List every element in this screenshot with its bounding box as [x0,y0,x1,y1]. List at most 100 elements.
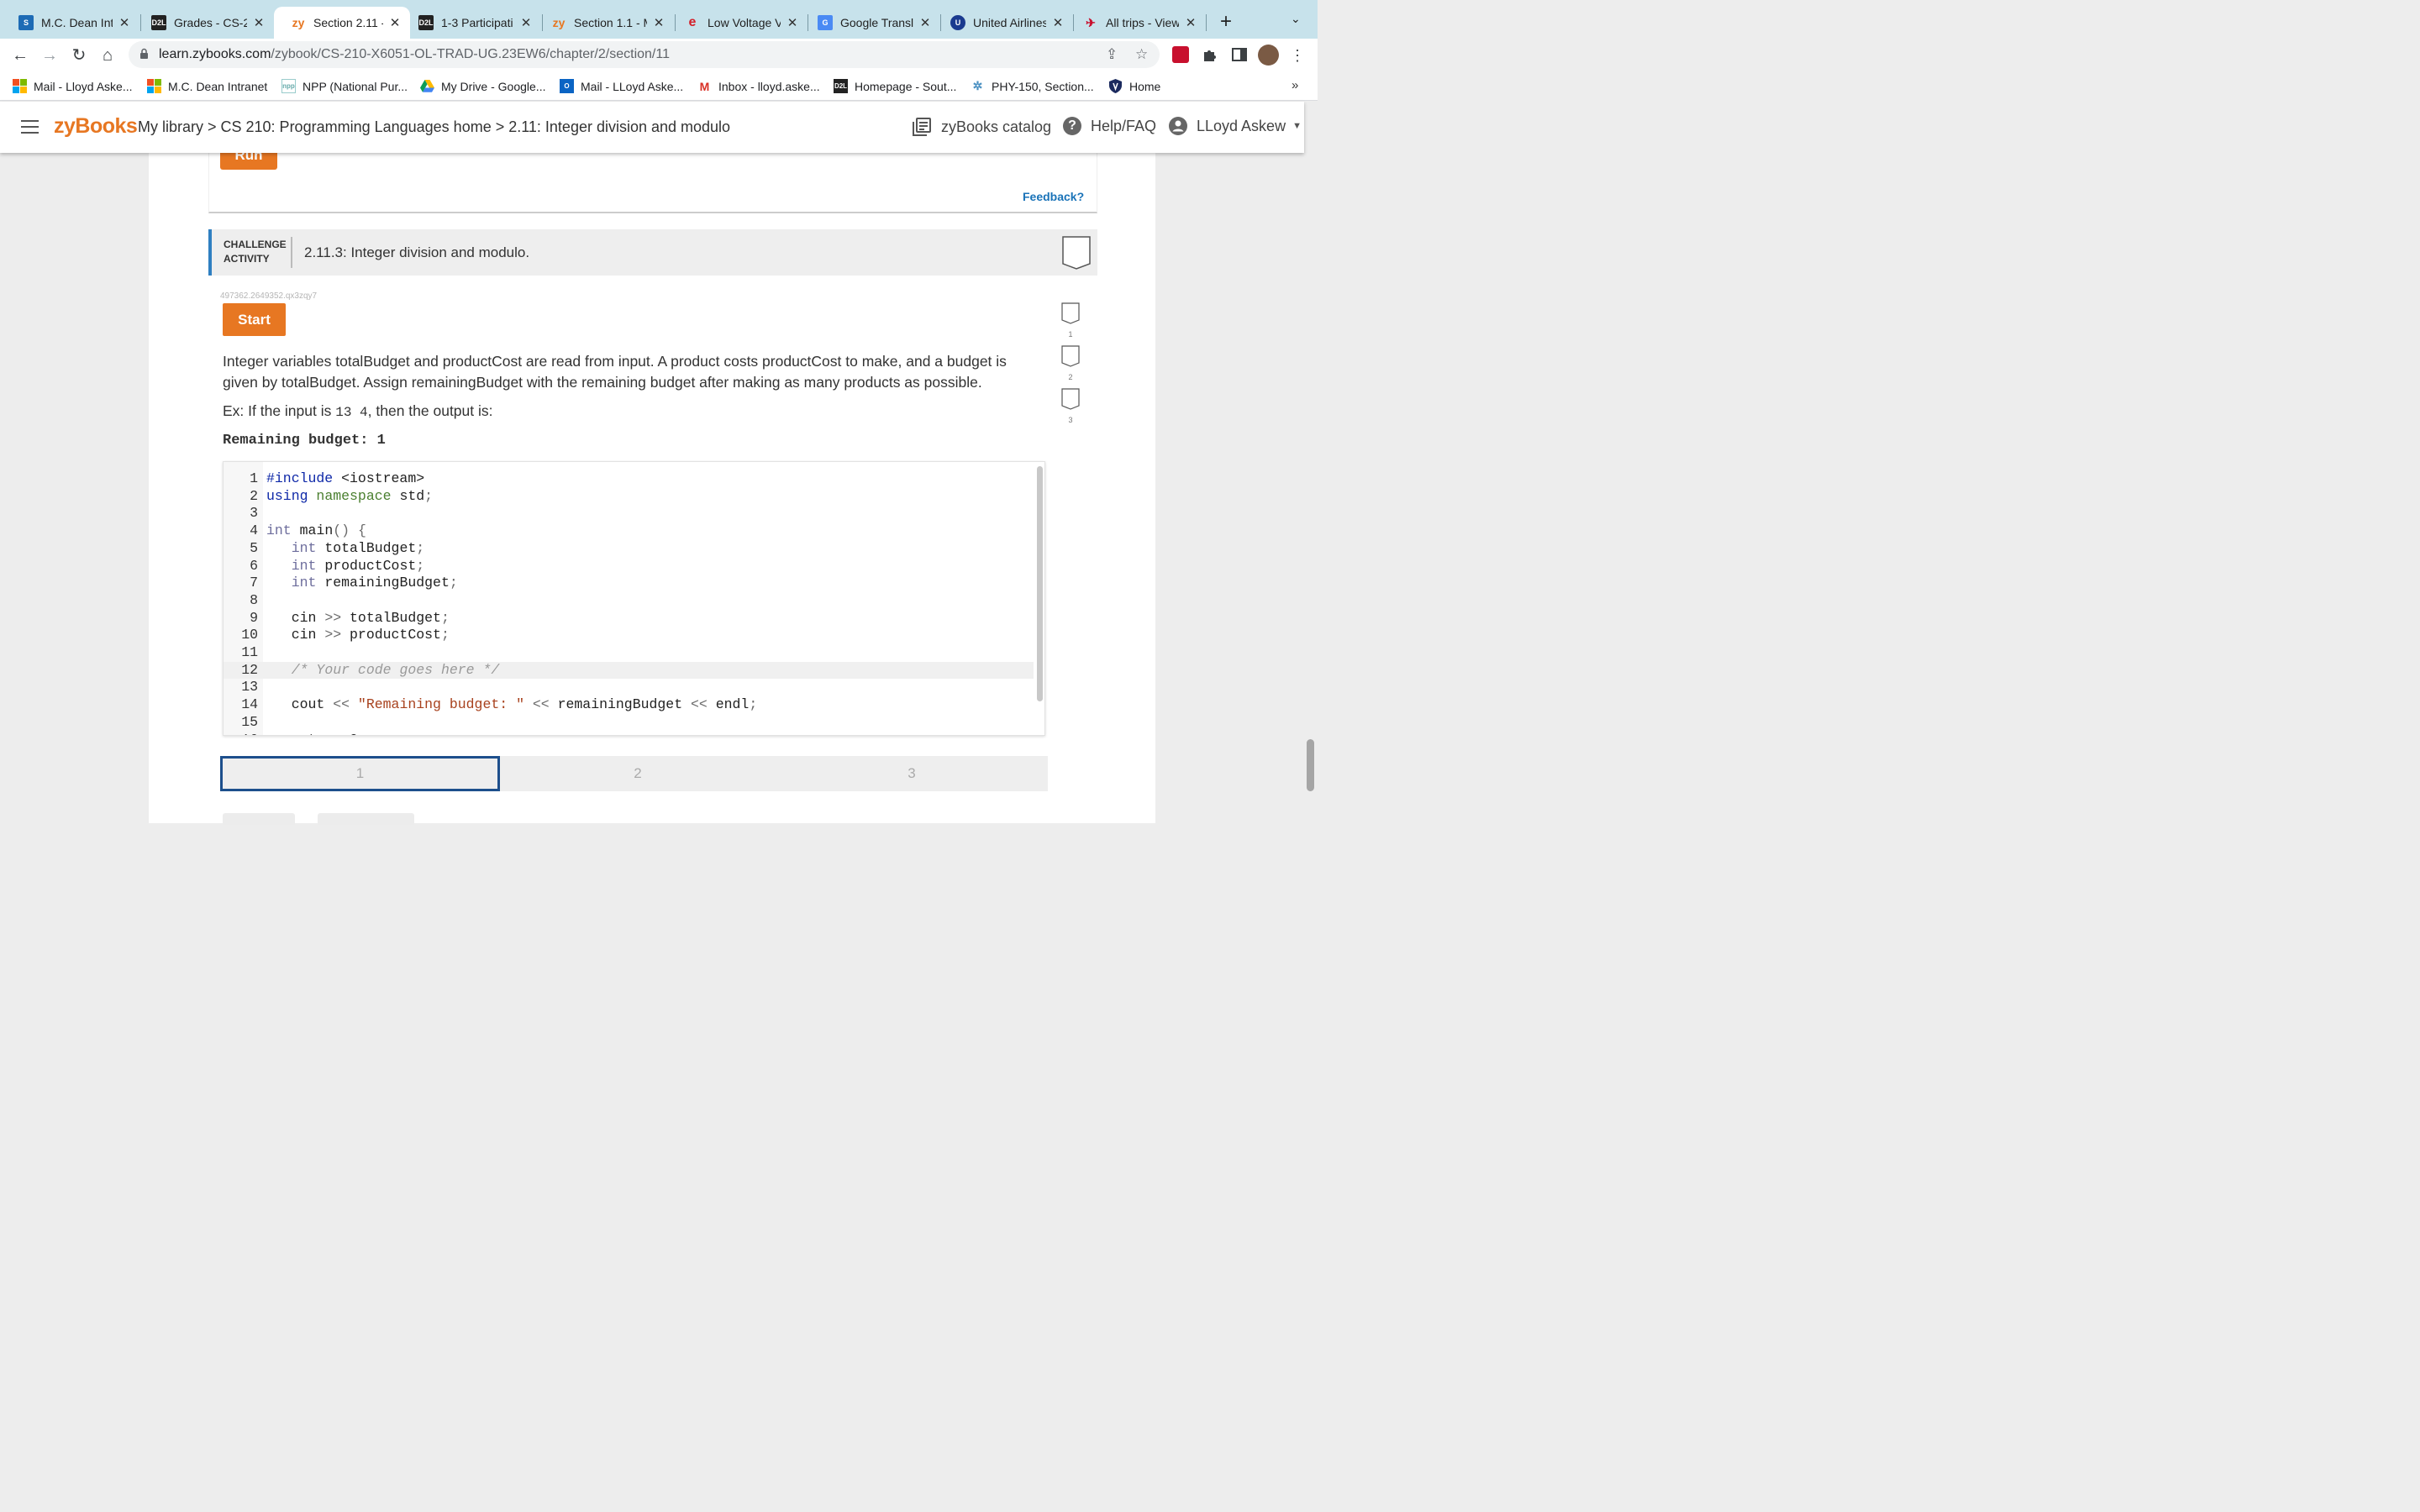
step-2-button[interactable]: 2 [500,756,776,791]
zybooks-catalog-link[interactable]: zyBooks catalog [912,117,1051,137]
code-editor[interactable]: 1 #include <iostream> 2 using namespace std… [223,461,1045,736]
help-icon: ? [1063,117,1081,135]
extensions-puzzle-icon[interactable] [1202,46,1218,63]
outlook-icon: O [560,79,574,93]
bookmark-mail-outlook[interactable]: O Mail - LLoyd Aske... [560,79,683,93]
close-tab-icon[interactable]: ✕ [1051,15,1065,30]
code-text[interactable]: cin >> totalBudget; [266,610,450,627]
close-tab-icon[interactable]: ✕ [118,15,131,30]
close-tab-icon[interactable]: ✕ [388,15,402,30]
forward-arrow-icon[interactable]: → [39,45,60,66]
start-button[interactable]: Start [223,303,286,336]
breadcrumb[interactable]: My library > CS 210: Programming Languag… [138,118,730,136]
next-button[interactable] [318,813,414,825]
editor-scrollbar[interactable] [1037,466,1043,701]
code-text[interactable]: int main() { [266,522,366,540]
code-line[interactable]: 6 int productCost; [224,558,1034,575]
tab-low-voltage[interactable]: e Low Voltage V ✕ [668,7,808,39]
close-tab-icon[interactable]: ✕ [918,15,932,30]
tab-united-airlines[interactable]: U United Airlines ✕ [934,7,1073,39]
code-text[interactable]: int totalBudget; [266,540,424,558]
npp-icon: npp [281,79,296,93]
feedback-link[interactable]: Feedback? [1023,190,1084,203]
d2l-icon: D2L [834,79,848,93]
code-text[interactable]: cin >> productCost; [266,627,450,644]
bookmark-my-drive[interactable]: My Drive - Google... [420,79,545,93]
reload-icon[interactable]: ↻ [69,45,89,66]
browser-menu-icon[interactable]: ⋮ [1287,45,1307,66]
close-tab-icon[interactable]: ✕ [786,15,799,30]
close-tab-icon[interactable]: ✕ [1184,15,1197,30]
tab-mc-dean[interactable]: S M.C. Dean Intr ✕ [2,7,139,39]
code-text[interactable]: int productCost; [266,558,424,575]
tab-section-2-11[interactable]: zy Section 2.11 - ✕ [274,7,410,39]
code-line[interactable]: 12 /* Your code goes here */ [224,661,1034,680]
bookmark-home[interactable]: Home [1108,79,1160,93]
tab-all-trips[interactable]: ✈ All trips - View ✕ [1066,7,1206,39]
tab-participation[interactable]: D2L 1-3 Participati ✕ [402,7,541,39]
d2l-icon: D2L [418,15,434,30]
bookmark-inbox[interactable]: M Inbox - lloyd.aske... [697,79,820,93]
zybooks-logo[interactable]: zyBooks [54,114,138,139]
line-number: 12 [241,661,258,678]
run-button[interactable]: Run [220,153,277,170]
code-text[interactable]: int remainingBudget; [266,575,458,592]
code-line[interactable]: 11 [224,644,1034,662]
previous-activity-box [208,153,1097,213]
code-text[interactable]: cout << "Remaining budget: " << remainin… [266,696,758,714]
tab-google-translate[interactable]: G Google Transla ✕ [801,7,940,39]
address-bar[interactable]: learn.zybooks.com/zybook/CS-210-X6051-OL… [129,41,1160,68]
code-line[interactable]: 16 return 0 [224,732,1034,736]
code-line[interactable]: 2 using namespace std; [224,488,1034,506]
more-bookmarks-icon[interactable]: » [1292,78,1298,92]
code-line[interactable]: 15 [224,714,1034,732]
user-menu[interactable]: LLoyd Askew ▼ [1169,117,1302,135]
line-number: 5 [250,539,258,556]
code-text[interactable]: /* Your code goes here */ [266,662,500,680]
tab-section-1-1[interactable]: zy Section 1.1 - M ✕ [534,7,674,39]
side-panel-icon[interactable] [1231,46,1248,63]
code-line[interactable]: 9 cin >> totalBudget; [224,610,1034,627]
bookmarks-bar: Mail - Lloyd Aske... M.C. Dean Intranet … [0,72,1318,101]
bookmark-homepage[interactable]: D2L Homepage - Sout... [834,79,956,93]
tab-search-chevron-icon[interactable]: ⌄ [1291,12,1301,26]
code-line[interactable]: 5 int totalBudget; [224,540,1034,558]
bookmark-star-icon[interactable]: ☆ [1135,46,1148,63]
code-line[interactable]: 1 #include <iostream> [224,470,1034,488]
back-arrow-icon[interactable]: ← [10,45,30,66]
microsoft-icon [147,79,161,93]
bookmark-mail-lloyd[interactable]: Mail - Lloyd Aske... [13,79,133,93]
hamburger-menu-icon[interactable] [21,120,39,138]
tab-grades[interactable]: D2L Grades - CS-2 ✕ [134,7,274,39]
bookmark-npp[interactable]: npp NPP (National Pur... [281,79,408,93]
code-text[interactable]: using namespace std; [266,488,433,506]
new-tab-button[interactable]: + [1217,10,1235,34]
code-line[interactable]: 13 [224,679,1034,696]
share-icon[interactable]: ⇪ [1106,46,1118,63]
code-line[interactable]: 8 [224,592,1034,610]
line-number: 15 [241,713,258,730]
profile-avatar[interactable] [1258,45,1279,66]
acrobat-extension-icon[interactable] [1172,46,1189,63]
close-tab-icon[interactable]: ✕ [252,15,266,30]
check-button[interactable] [223,813,295,825]
page-scrollbar[interactable] [1307,739,1314,791]
close-tab-icon[interactable]: ✕ [652,15,666,30]
bookmark-phy-150[interactable]: ✲ PHY-150, Section... [971,79,1094,93]
line-number: 11 [241,644,258,660]
step-1-button[interactable]: 1 [220,756,500,791]
line-number: 8 [250,591,258,608]
code-text[interactable]: return 0 [266,732,358,736]
code-line[interactable]: 7 int remainingBudget; [224,575,1034,592]
zybooks-icon: zy [552,16,566,29]
step-3-button[interactable]: 3 [776,756,1048,791]
code-line[interactable]: 4 int main() { [224,522,1034,540]
code-text[interactable]: #include <iostream> [266,470,424,488]
bookmark-mc-dean-intranet[interactable]: M.C. Dean Intranet [147,79,267,93]
close-tab-icon[interactable]: ✕ [519,15,533,30]
home-icon[interactable]: ⌂ [97,45,118,66]
code-line[interactable]: 10 cin >> productCost; [224,627,1034,644]
code-line[interactable]: 14 cout << "Remaining budget: " << remai… [224,696,1034,714]
help-faq-link[interactable]: ? Help/FAQ [1063,117,1156,135]
code-line[interactable]: 3 [224,505,1034,522]
